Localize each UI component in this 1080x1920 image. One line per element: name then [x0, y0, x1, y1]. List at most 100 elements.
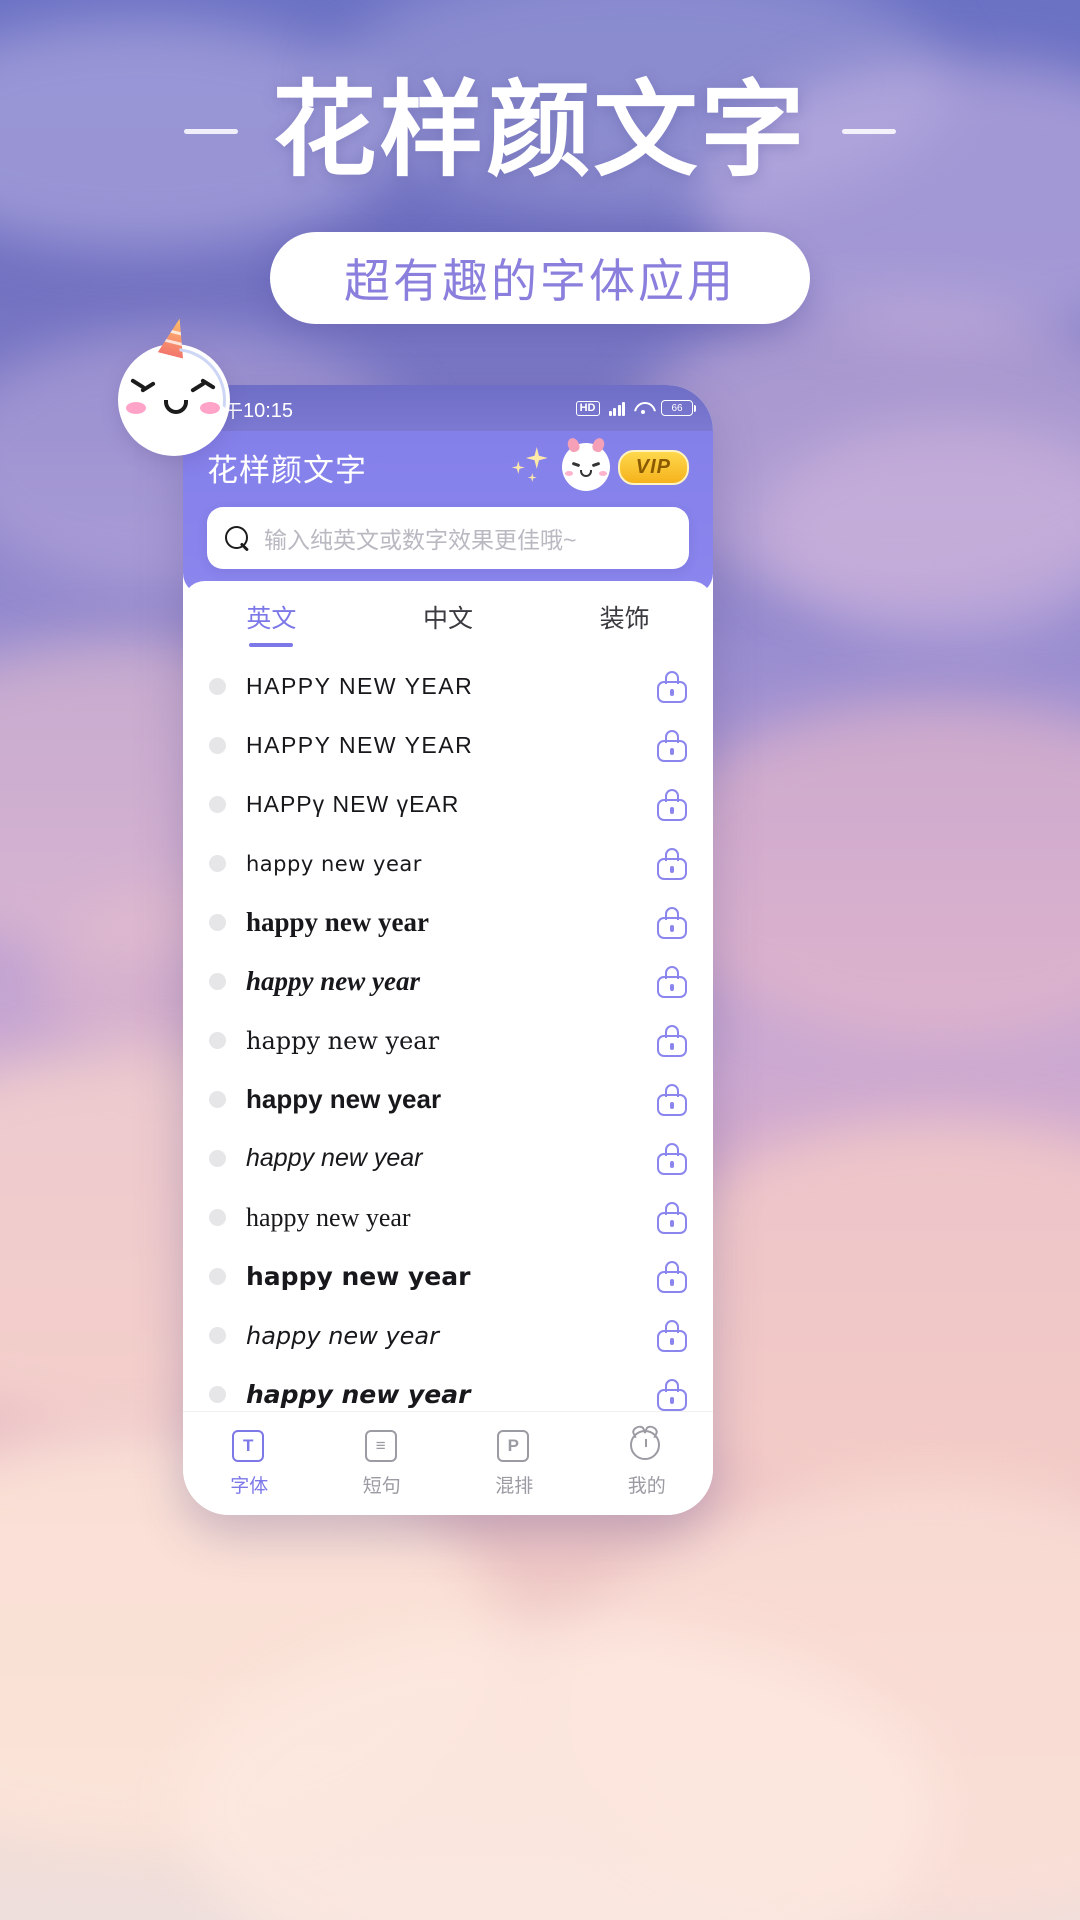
font-sample-text: happy new year [246, 1202, 411, 1232]
tab-label: 装饰 [599, 605, 650, 633]
font-icon: T [232, 1429, 265, 1462]
select-radio-icon[interactable] [209, 855, 226, 872]
font-sample-text: happy new year [246, 1321, 439, 1350]
list-item[interactable]: happy new year [183, 834, 713, 893]
lock-icon[interactable] [657, 847, 687, 880]
select-radio-icon[interactable] [209, 1327, 226, 1344]
list-item[interactable]: HAPPY NEW YEAR [183, 657, 713, 716]
select-radio-icon[interactable] [209, 1209, 226, 1226]
list-item[interactable]: happy new year [183, 1011, 713, 1070]
select-radio-icon[interactable] [209, 1386, 226, 1403]
font-sample-text: happy new year [246, 1084, 442, 1114]
nav-item-profile[interactable]: 我的 [581, 1429, 714, 1498]
search-icon [225, 525, 250, 551]
select-radio-icon[interactable] [209, 796, 226, 813]
list-item[interactable]: happy new year [183, 1188, 713, 1247]
font-sample-text: happy new year [246, 851, 422, 876]
sparkle-icon [510, 447, 554, 487]
battery-level: 66 [671, 402, 683, 414]
lock-icon[interactable] [657, 1201, 687, 1234]
mascot-avatar-icon[interactable] [561, 436, 610, 491]
nav-label: 短句 [362, 1475, 401, 1497]
select-radio-icon[interactable] [209, 973, 226, 990]
lock-icon[interactable] [657, 788, 687, 821]
font-sample-text: happy new year [246, 907, 430, 937]
search-bar[interactable]: 输入纯英文或数字效果更佳哦~ [207, 507, 689, 569]
wifi-icon [634, 401, 652, 415]
cheek-right-icon [200, 402, 220, 414]
eye-left-icon [130, 382, 154, 389]
lock-icon[interactable] [657, 906, 687, 939]
lock-icon[interactable] [657, 1024, 687, 1057]
vip-badge[interactable]: VIP [617, 449, 689, 485]
dash-left-icon [184, 128, 239, 134]
tab-label: 英文 [246, 605, 297, 633]
page-title: 花样颜文字 [272, 73, 808, 189]
font-sample-text: HAPPY NEW YEAR [246, 732, 657, 759]
nav-item-phrase[interactable]: ≡ 短句 [316, 1429, 449, 1498]
search-input[interactable]: 输入纯英文或数字效果更佳哦~ [264, 521, 576, 555]
hd-icon: HD [575, 400, 600, 416]
list-item[interactable]: happy new year [183, 952, 713, 1011]
app-title: 花样颜文字 [207, 452, 367, 488]
lock-icon[interactable] [657, 1083, 687, 1116]
bottom-nav: T 字体 ≡ 短句 P 混排 我的 [183, 1411, 713, 1515]
lock-icon[interactable] [657, 965, 687, 998]
font-sample-text: happy new year [246, 1380, 471, 1409]
app-header: 花样颜文字 VIP 输入纯英文或数字效果更佳哦~ [183, 431, 713, 595]
dash-right-icon [841, 128, 896, 134]
nav-label: 混排 [495, 1475, 534, 1497]
battery-icon: 66 [661, 400, 696, 416]
mouth-icon [164, 400, 188, 414]
tab-label: 中文 [423, 605, 474, 633]
signal-bars-icon [608, 401, 625, 416]
nav-item-font[interactable]: T 字体 [183, 1429, 316, 1498]
font-sample-text: HAPPY NEW YEAR [246, 673, 474, 699]
lock-icon[interactable] [657, 729, 687, 762]
list-item[interactable]: happy new year [183, 1365, 713, 1411]
nav-label: 字体 [230, 1475, 269, 1497]
tab-decoration[interactable]: 装饰 [536, 599, 713, 647]
list-item[interactable]: happy new year [183, 1129, 713, 1188]
title-row: 花样颜文字 [0, 66, 1080, 196]
list-item[interactable]: HAPPγ NEW γEAR [183, 775, 713, 834]
list-item[interactable]: happy new year [183, 893, 713, 952]
select-radio-icon[interactable] [209, 678, 226, 695]
subtitle-text: 超有趣的字体应用 [344, 255, 736, 307]
subtitle-pill: 超有趣的字体应用 [270, 232, 810, 324]
font-sample-text: happy new year [246, 1262, 471, 1291]
select-radio-icon[interactable] [209, 1032, 226, 1049]
status-bar: 上午10:15 HD 66 [183, 385, 713, 431]
select-radio-icon[interactable] [209, 1150, 226, 1167]
lock-icon[interactable] [657, 1319, 687, 1352]
phone-mockup: 上午10:15 HD 66 花样颜文字 VIP 输入纯英文或数字效果更佳哦~ 英… [183, 385, 713, 1515]
lock-icon[interactable] [657, 670, 687, 703]
select-radio-icon[interactable] [209, 1268, 226, 1285]
tab-chinese[interactable]: 中文 [360, 599, 537, 647]
nav-item-mixlayout[interactable]: P 混排 [448, 1429, 581, 1498]
mixlayout-icon: P [497, 1429, 530, 1462]
tab-english[interactable]: 英文 [183, 599, 360, 647]
eye-right-icon [190, 382, 214, 389]
list-item[interactable]: happy new year [183, 1306, 713, 1365]
cheek-left-icon [126, 402, 146, 414]
hero-section: 花样颜文字 超有趣的字体应用 [0, 66, 1080, 324]
lock-icon[interactable] [657, 1378, 687, 1411]
font-sample-text: happy new year [246, 1144, 423, 1172]
font-style-list[interactable]: HAPPY NEW YEAR HAPPY NEW YEAR HAPPγ NEW γE… [183, 647, 713, 1411]
font-sample-text: happy new year [246, 966, 420, 996]
unicorn-mascot [118, 344, 230, 456]
font-sample-text: HAPPγ NEW γEAR [246, 791, 460, 817]
profile-alarm-icon [629, 1429, 660, 1460]
select-radio-icon[interactable] [209, 914, 226, 931]
nav-label: 我的 [627, 1475, 666, 1497]
font-sample-text: happy new year [246, 1026, 440, 1055]
lock-icon[interactable] [657, 1260, 687, 1293]
lock-icon[interactable] [657, 1142, 687, 1175]
list-item[interactable]: happy new year [183, 1070, 713, 1129]
list-item[interactable]: HAPPY NEW YEAR [183, 716, 713, 775]
list-item[interactable]: happy new year [183, 1247, 713, 1306]
select-radio-icon[interactable] [209, 1091, 226, 1108]
select-radio-icon[interactable] [209, 737, 226, 754]
phrase-icon: ≡ [364, 1429, 397, 1462]
